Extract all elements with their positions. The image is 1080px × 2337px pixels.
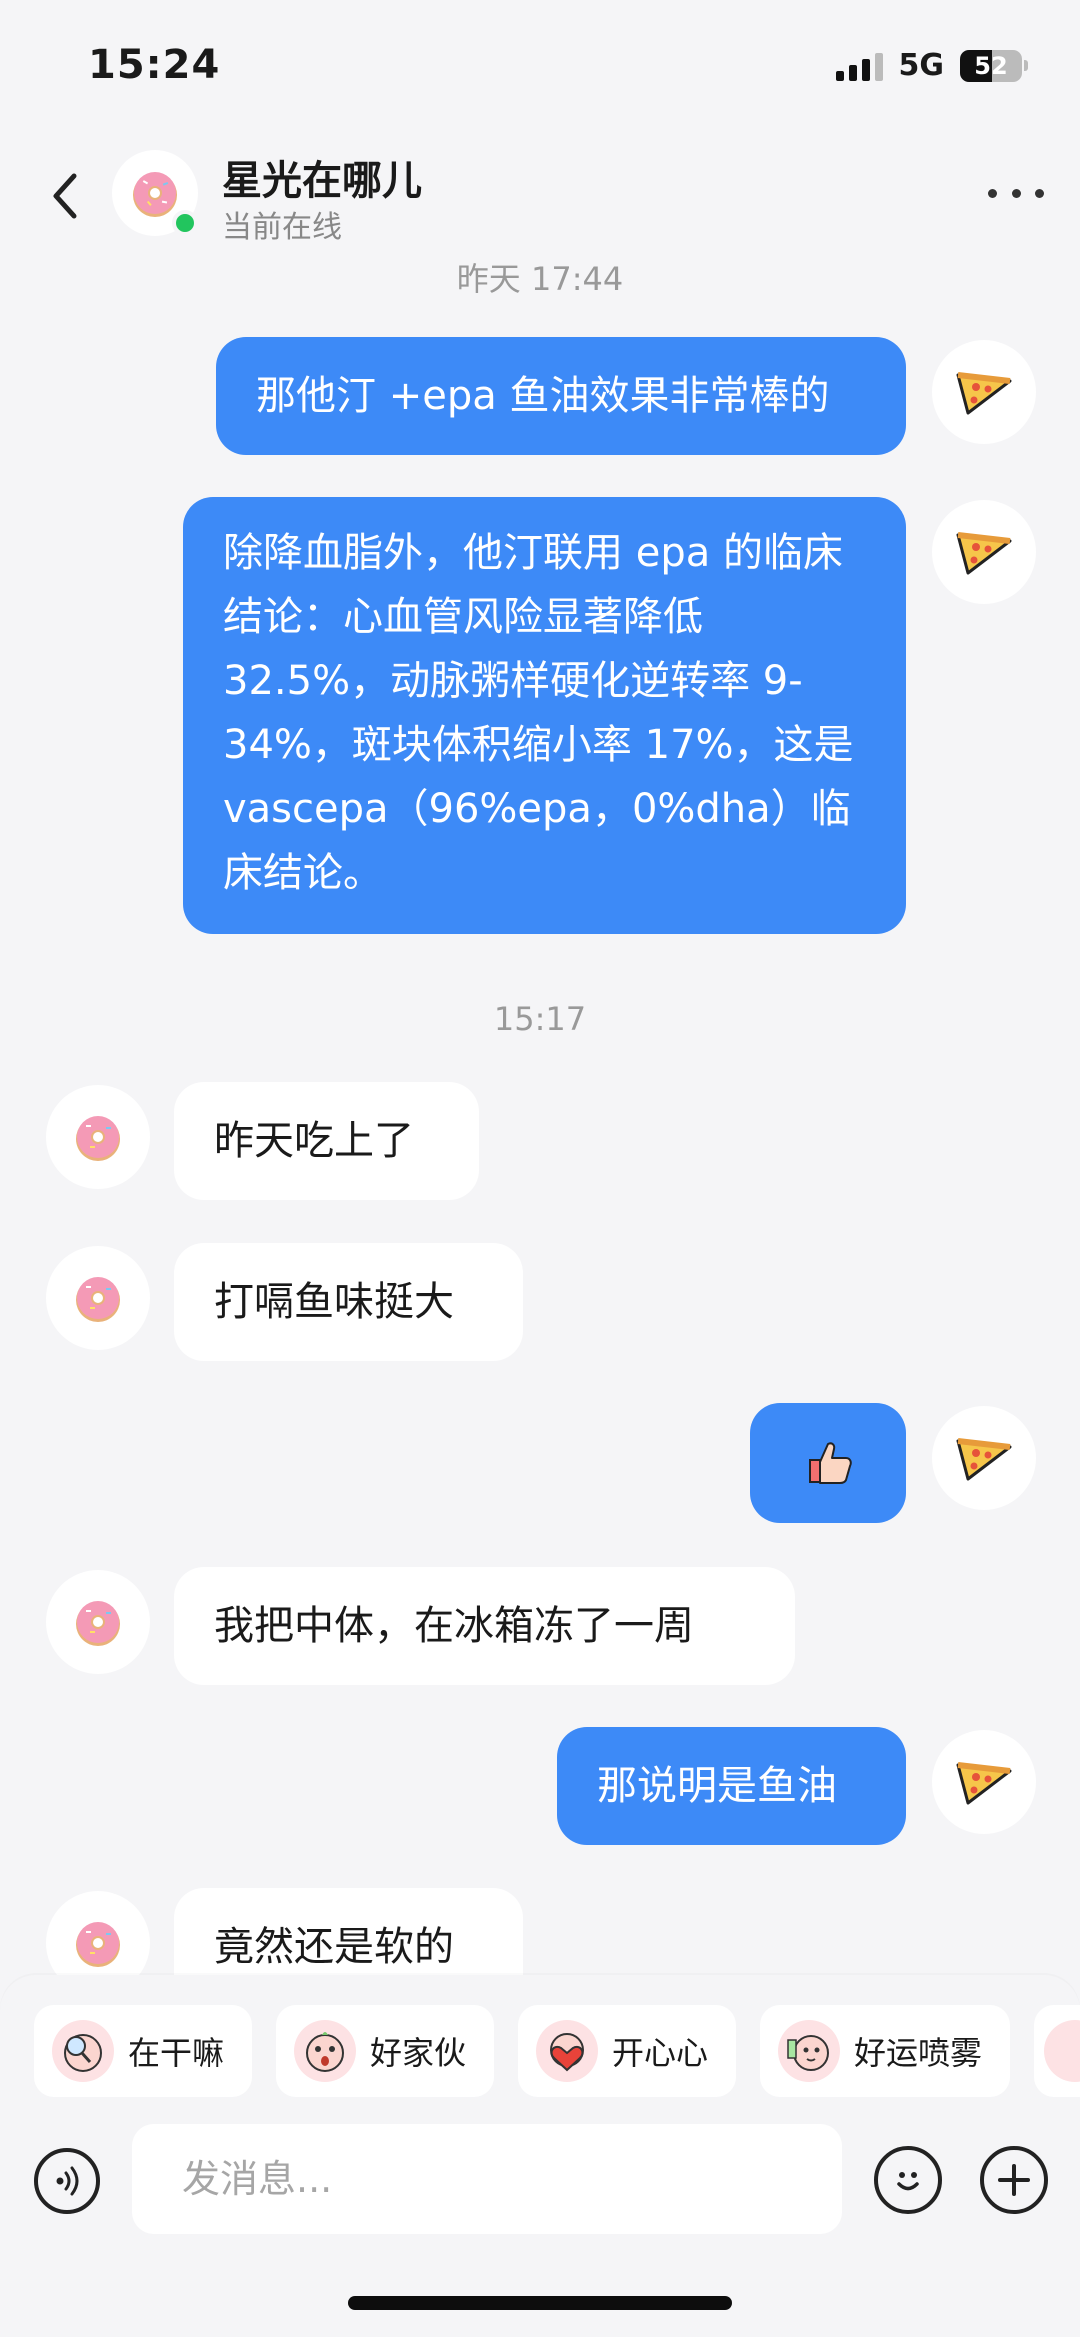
message-bubble-outgoing-sticker[interactable]: [750, 1403, 906, 1523]
plus-icon: [998, 2164, 1030, 2196]
donut-icon: [76, 1116, 120, 1161]
message-input[interactable]: [132, 2124, 842, 2234]
quick-reply-label: 开心心: [612, 2034, 709, 2072]
quick-reply-chip[interactable]: 好运喷雾: [760, 2005, 1011, 2097]
quick-reply-label: 在干嘛: [128, 2034, 225, 2072]
timestamp: 昨天 17:44: [456, 260, 624, 298]
more-icon: [988, 188, 997, 198]
smiley-icon: [897, 2172, 919, 2191]
signal-icon: [835, 51, 883, 81]
status-time: 15:24: [88, 42, 221, 88]
contact-avatar[interactable]: [46, 1570, 150, 1674]
emoji-button[interactable]: [874, 2146, 942, 2214]
donut-icon: [133, 172, 177, 217]
contact-status: 当前在线: [222, 210, 342, 245]
home-indicator[interactable]: [348, 2296, 732, 2310]
status-bar: 15:24 5G 52: [0, 0, 1080, 130]
heart-emoji-icon: [536, 2020, 599, 2082]
quick-reply-label: 好家伙: [370, 2034, 467, 2072]
timestamp: 15:17: [493, 1000, 587, 1038]
chevron-left-icon: [53, 173, 77, 219]
emoji-sticker-icon: [1044, 2020, 1080, 2082]
message-bubble-incoming[interactable]: 我把中体，在冰箱冻了一周: [174, 1567, 795, 1685]
quick-reply-chip[interactable]: 开心心: [518, 2005, 737, 2097]
message-bubble-outgoing[interactable]: 除降血脂外，他汀联用 epa 的临床结论：心血管风险显著降低 32.5%，动脉粥…: [183, 497, 906, 934]
pizza-icon: [956, 372, 1012, 415]
more-actions-button[interactable]: [980, 2146, 1048, 2214]
thumbs-up-icon: [809, 1442, 852, 1484]
status-indicators: 5G 52: [835, 48, 1028, 83]
donut-icon: [76, 1601, 120, 1646]
message-bubble-outgoing[interactable]: 那他汀 +epa 鱼油效果非常棒的: [216, 337, 906, 455]
contact-avatar[interactable]: [46, 1246, 150, 1350]
composer-panel: 在干嘛 好家伙 开心心 好运喷雾: [0, 1975, 1080, 2337]
my-avatar[interactable]: [932, 500, 1036, 604]
input-row: [0, 2120, 1080, 2240]
message-bubble-incoming[interactable]: 打嗝鱼味挺大: [174, 1243, 523, 1361]
my-avatar[interactable]: [932, 1406, 1036, 1510]
online-status-dot: [172, 210, 198, 236]
contact-name[interactable]: 星光在哪儿: [222, 148, 422, 206]
chat-header: 星光在哪儿 当前在线: [0, 140, 1080, 250]
pizza-icon: [956, 532, 1012, 575]
donut-icon: [76, 1277, 120, 1322]
quick-reply-row: 在干嘛 好家伙 开心心 好运喷雾: [34, 2005, 1080, 2097]
battery-icon: 52: [960, 49, 1028, 82]
shocked-emoji-icon: [294, 2020, 357, 2082]
voice-input-button[interactable]: [34, 2148, 100, 2214]
pizza-icon: [956, 1762, 1012, 1805]
network-type: 5G: [898, 48, 945, 83]
my-avatar[interactable]: [932, 340, 1036, 444]
battery-level: 52: [960, 49, 1022, 82]
my-avatar[interactable]: [932, 1730, 1036, 1834]
quick-reply-chip-partial[interactable]: [1034, 2005, 1080, 2097]
message-bubble-outgoing[interactable]: 那说明是鱼油: [557, 1727, 906, 1845]
spray-emoji-icon: [778, 2020, 841, 2082]
more-options-button[interactable]: [988, 178, 1044, 208]
pizza-icon: [956, 1438, 1012, 1481]
voice-icon: [56, 2166, 79, 2196]
message-bubble-incoming[interactable]: 昨天吃上了: [174, 1082, 479, 1200]
quick-reply-chip[interactable]: 在干嘛: [34, 2005, 253, 2097]
back-button[interactable]: [40, 168, 90, 224]
donut-icon: [76, 1922, 120, 1967]
quick-reply-label: 好运喷雾: [854, 2034, 983, 2072]
quick-reply-chip[interactable]: 好家伙: [276, 2005, 495, 2097]
magnifier-emoji-icon: [52, 2020, 114, 2082]
contact-avatar[interactable]: [46, 1085, 150, 1189]
